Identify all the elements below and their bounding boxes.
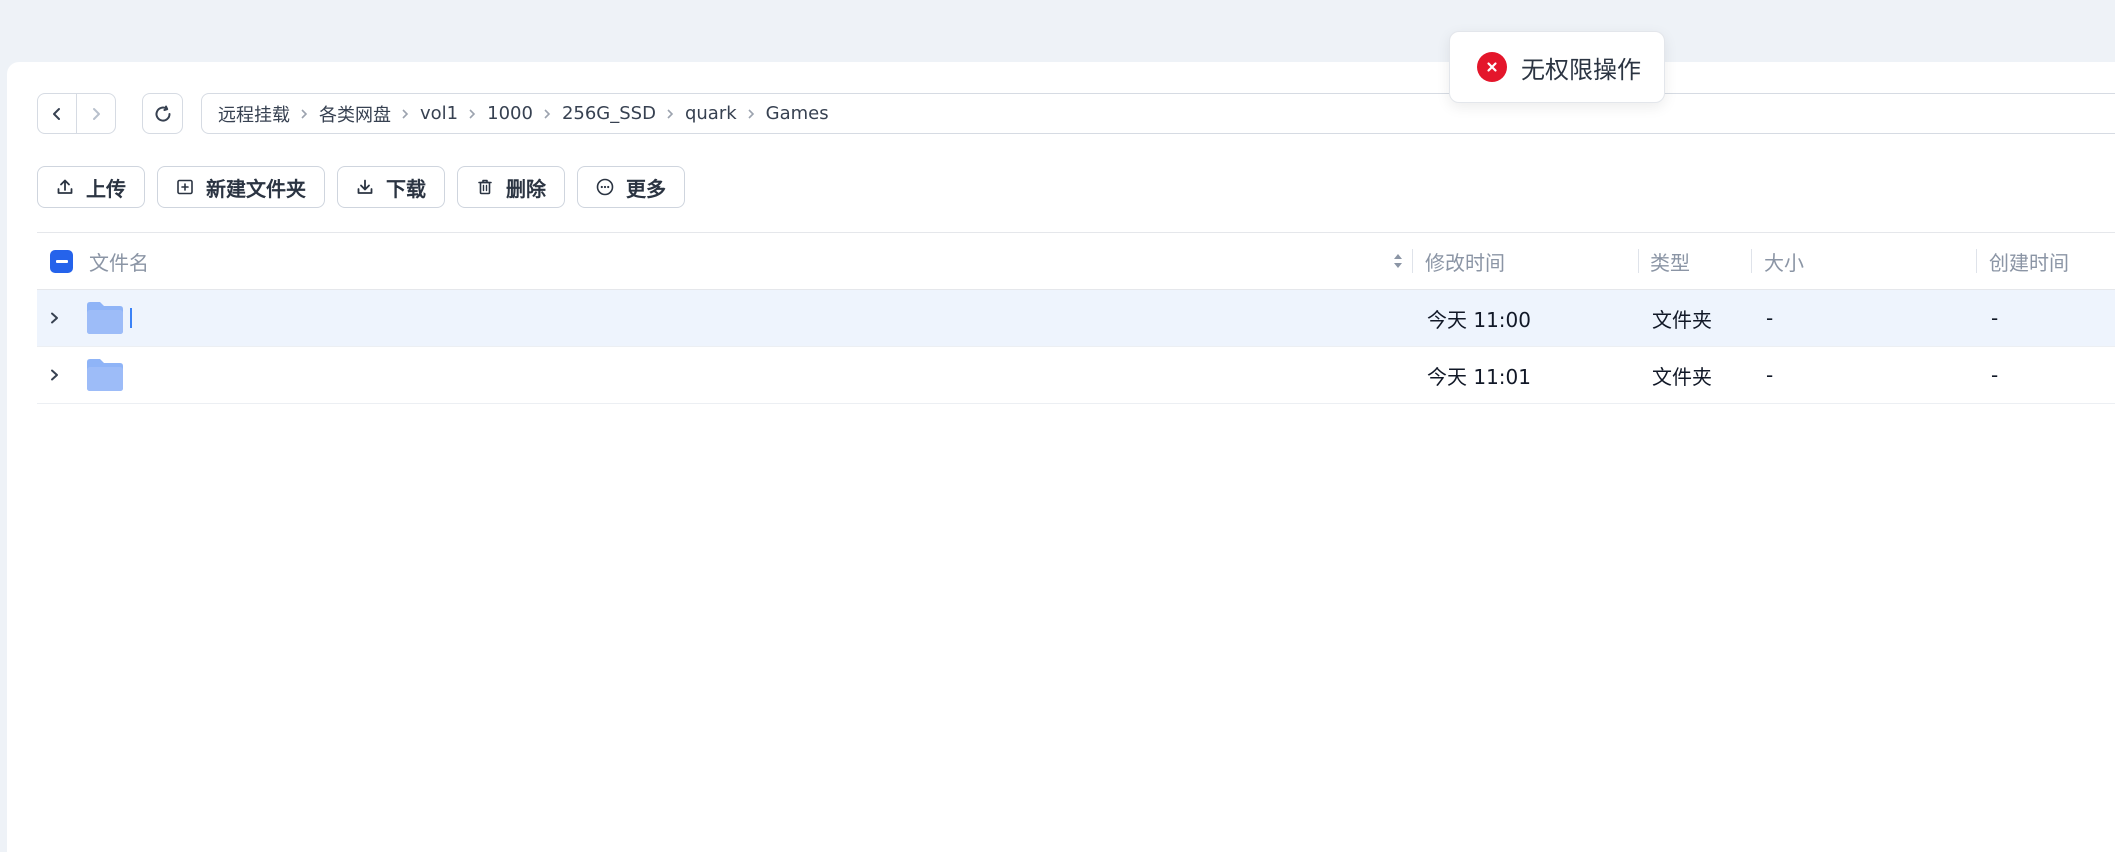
upload-icon — [57, 179, 73, 194]
file-type: 文件夹 — [1652, 364, 1712, 389]
refresh-button[interactable] — [142, 93, 183, 134]
download-icon — [357, 179, 373, 194]
download-label: 下载 — [386, 176, 426, 201]
forward-button[interactable] — [76, 94, 115, 133]
select-all-checkbox[interactable] — [50, 250, 73, 273]
created-time: - — [1991, 363, 1999, 387]
breadcrumb-item[interactable]: 256G_SSD — [562, 103, 656, 124]
file-type: 文件夹 — [1652, 307, 1712, 332]
chevron-left-icon — [53, 107, 60, 120]
column-divider[interactable] — [1751, 249, 1752, 273]
upload-label: 上传 — [86, 176, 126, 201]
download-button[interactable]: 下载 — [337, 166, 445, 208]
file-size: - — [1766, 363, 1774, 387]
sort-icon[interactable] — [1392, 233, 1404, 289]
new-folder-button[interactable]: 新建文件夹 — [157, 166, 325, 208]
column-divider[interactable] — [1976, 249, 1977, 273]
more-icon — [596, 178, 614, 196]
refresh-icon — [155, 105, 171, 122]
modified-time: 今天 11:00 — [1427, 307, 1531, 332]
column-header-modified[interactable]: 修改时间 — [1425, 233, 1505, 289]
chevron-right-icon — [666, 108, 675, 120]
column-header-created[interactable]: 创建时间 — [1989, 233, 2069, 289]
delete-button[interactable]: 删除 — [457, 166, 565, 208]
table-row[interactable]: 今天 11:01 文件夹 - - — [37, 347, 2115, 404]
delete-label: 删除 — [506, 176, 546, 201]
breadcrumb-item[interactable]: 1000 — [487, 103, 533, 124]
created-time: - — [1991, 306, 1999, 330]
chevron-right-icon — [93, 107, 100, 120]
breadcrumb-item[interactable]: vol1 — [420, 103, 458, 124]
column-header-name[interactable]: 文件名 — [89, 233, 149, 289]
table-row[interactable]: 今天 11:00 文件夹 - - — [37, 290, 2115, 347]
file-size: - — [1766, 306, 1774, 330]
expand-chevron-icon[interactable] — [47, 290, 61, 346]
history-nav — [37, 93, 116, 134]
breadcrumb: 远程挂载 各类网盘 vol1 1000 256G_SSD quark Games — [201, 93, 2115, 134]
expand-chevron-icon[interactable] — [47, 347, 61, 403]
breadcrumb-item-current[interactable]: Games — [766, 103, 829, 124]
chevron-right-icon — [300, 108, 309, 120]
chevron-right-icon — [401, 108, 410, 120]
toolbar: 上传 新建文件夹 下载 删除 更多 — [37, 166, 685, 208]
modified-time: 今天 11:01 — [1427, 364, 1531, 389]
breadcrumb-item[interactable]: 各类网盘 — [319, 101, 391, 127]
breadcrumb-item[interactable]: 远程挂载 — [218, 101, 290, 127]
trash-icon — [478, 179, 492, 195]
chevron-right-icon — [468, 108, 477, 120]
table-header: 文件名 修改时间 类型 大小 创建时间 — [37, 232, 2115, 290]
new-folder-label: 新建文件夹 — [206, 176, 306, 201]
text-caret — [130, 308, 132, 328]
upload-button[interactable]: 上传 — [37, 166, 145, 208]
chevron-right-icon — [747, 108, 756, 120]
folder-plus-icon — [177, 179, 193, 195]
breadcrumb-item[interactable]: quark — [685, 103, 737, 124]
back-button[interactable] — [38, 94, 76, 133]
more-label: 更多 — [626, 176, 666, 201]
column-divider[interactable] — [1412, 249, 1413, 273]
toast-message: 无权限操作 — [1521, 55, 1641, 84]
error-toast: 无权限操作 — [1449, 31, 1665, 103]
sidebar-edge-lower — [0, 438, 7, 852]
folder-icon — [87, 302, 123, 334]
folder-icon — [87, 359, 123, 391]
close-circle-icon — [1477, 52, 1507, 82]
column-header-size[interactable]: 大小 — [1764, 233, 1804, 289]
chevron-right-icon — [543, 108, 552, 120]
file-table: 文件名 修改时间 类型 大小 创建时间 今天 11:00 文件夹 - - 今天 … — [37, 232, 2115, 404]
column-header-type[interactable]: 类型 — [1650, 233, 1690, 289]
more-button[interactable]: 更多 — [577, 166, 685, 208]
column-divider[interactable] — [1638, 249, 1639, 273]
